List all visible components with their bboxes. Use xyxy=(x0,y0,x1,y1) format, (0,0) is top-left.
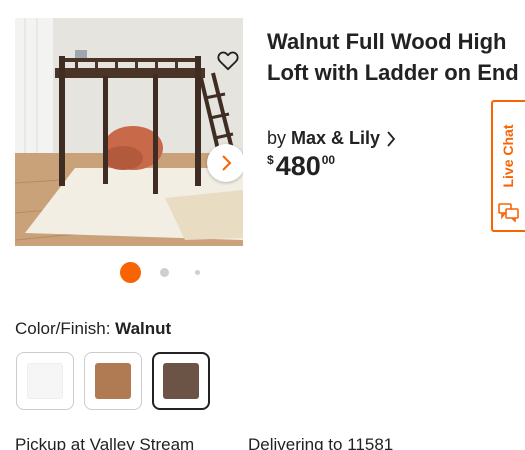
swatch-walnut[interactable] xyxy=(152,352,210,410)
favorite-button[interactable] xyxy=(215,48,241,74)
live-chat-label: Live Chat xyxy=(500,124,516,188)
price-cents: 00 xyxy=(321,153,336,167)
price-dollars: 480 xyxy=(275,151,321,181)
delivery-option[interactable]: Delivering to 11581 xyxy=(248,435,393,450)
chat-bubbles-icon xyxy=(498,203,519,222)
carousel-dot[interactable] xyxy=(195,270,200,275)
chevron-right-icon xyxy=(387,130,396,147)
heart-outline-icon xyxy=(217,51,239,71)
next-image-button[interactable] xyxy=(207,144,243,182)
color-finish-value: Walnut xyxy=(115,319,172,338)
live-chat-button[interactable]: Live Chat xyxy=(491,100,525,232)
carousel-indicators xyxy=(120,262,210,283)
loft-bed-photo xyxy=(15,18,243,246)
chevron-right-icon xyxy=(222,155,232,171)
brand-link[interactable]: by Max & Lily xyxy=(267,128,396,149)
color-finish-label: Color/Finish: Walnut xyxy=(15,319,171,339)
product-title: Walnut Full Wood High Loft with Ladder o… xyxy=(267,29,519,85)
price: $ 480 00 xyxy=(267,150,335,182)
carousel-dot[interactable] xyxy=(160,268,169,277)
price-currency: $ xyxy=(267,153,274,167)
brand-name: Max & Lily xyxy=(291,128,381,148)
by-label: by xyxy=(267,128,287,148)
swatch-chip xyxy=(163,363,199,399)
swatch-chip xyxy=(95,363,131,399)
color-finish-title: Color/Finish: xyxy=(15,319,111,338)
swatch-chip xyxy=(27,363,63,399)
swatch-white[interactable] xyxy=(16,352,74,410)
swatch-chestnut[interactable] xyxy=(84,352,142,410)
pickup-option[interactable]: Pickup at Valley Stream xyxy=(15,435,194,450)
product-image[interactable] xyxy=(15,18,243,246)
carousel-dot-active[interactable] xyxy=(120,262,141,283)
